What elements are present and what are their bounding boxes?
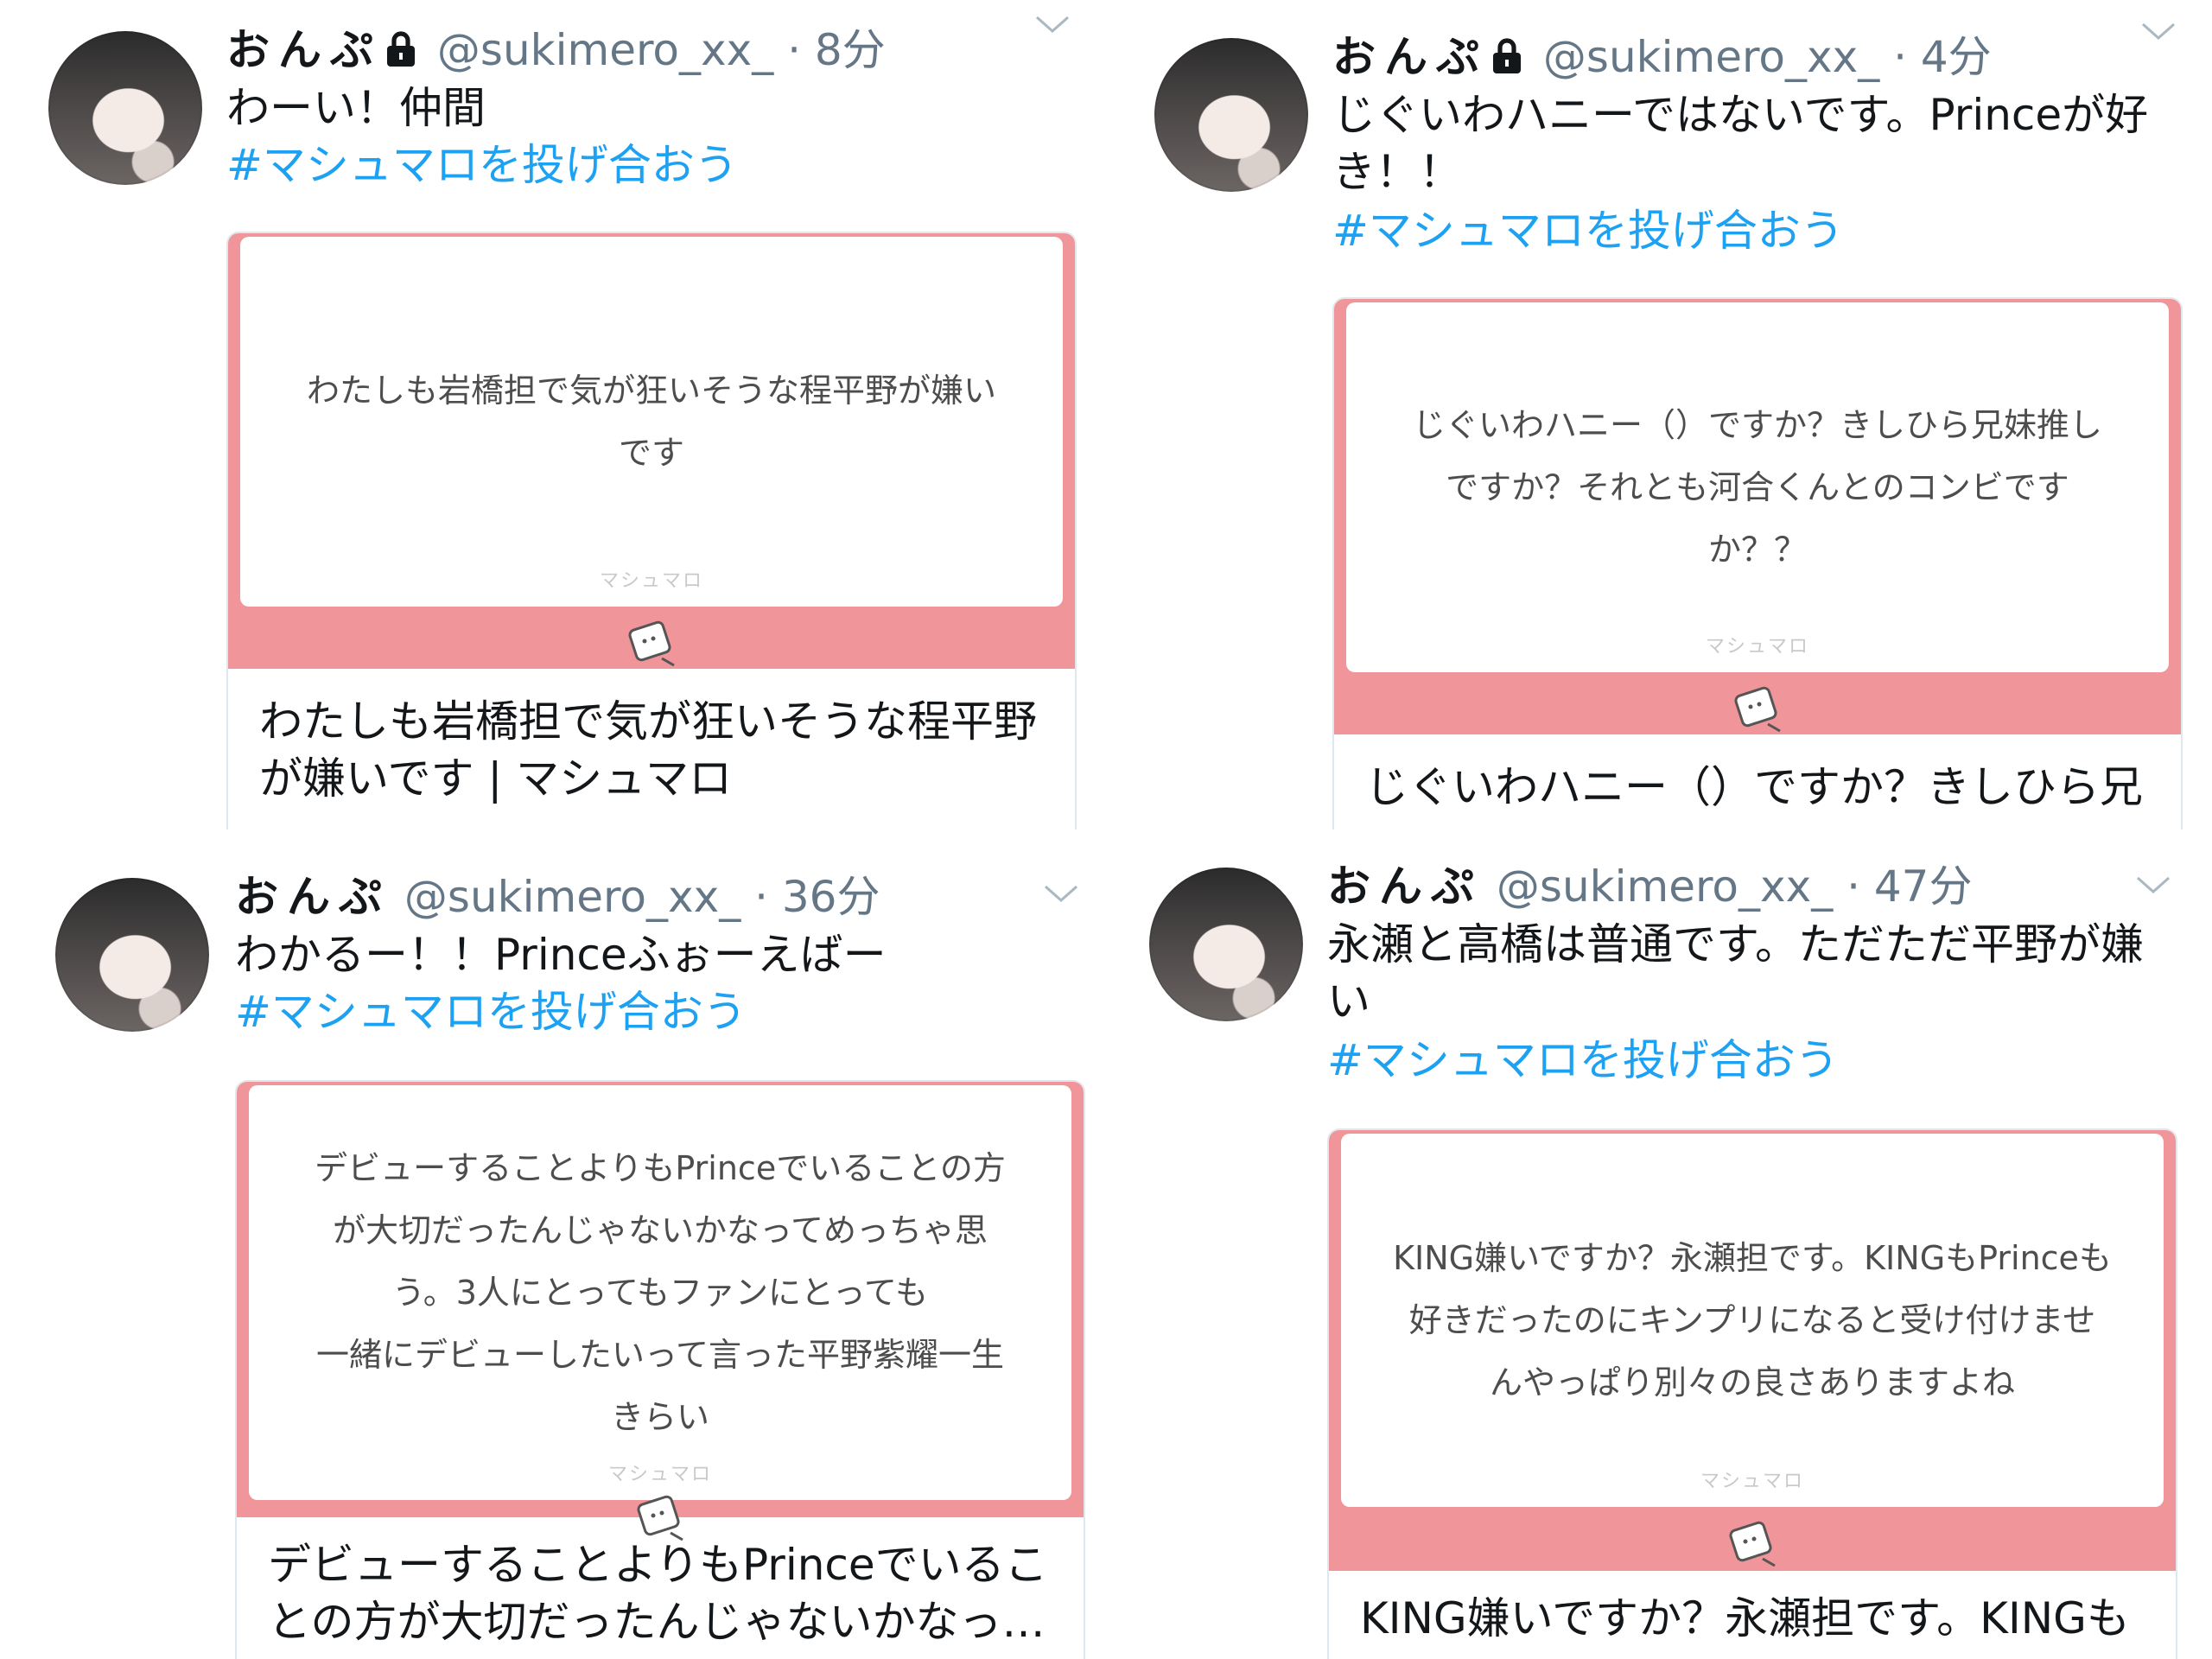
avatar[interactable] (1149, 868, 1303, 1021)
tweet-text: じぐいわハニーではないです。Princeが好 き！！ (1332, 90, 2149, 197)
hashtag-link[interactable]: #マシュマロを投げ合おう (226, 137, 738, 194)
card-question: わたしも岩橋担で気が狂いそうな程平野が嫌い です (306, 372, 996, 472)
hashtag-link[interactable]: #マシュマロを投げ合おう (1327, 1032, 1839, 1089)
handle-and-time: @sukimero_xx_ · 4分 (1542, 32, 1992, 82)
link-card[interactable]: わたしも岩橋担で気が狂いそうな程平野が嫌い です マシュマロ わたしも岩橋担で気… (226, 232, 1077, 830)
card-brand: マシュマロ (599, 570, 703, 592)
card-brand: マシュマロ (1700, 1471, 1804, 1492)
lock-icon (384, 26, 418, 81)
tweet[interactable]: おんぷ @sukimero_xx_ · 4分 じぐいわハニーではないです。Pri… (1106, 0, 2212, 830)
display-name[interactable]: おんぷ (226, 25, 382, 75)
card-question: デビューすることよりもPrinceでいることの方 が大切だったんじゃないかなって… (315, 1149, 1006, 1436)
display-name[interactable]: おんぷ (1327, 861, 1483, 912)
hashtag-link[interactable]: #マシュマロを投げ合おう (1332, 202, 1844, 259)
tweet-text: 永瀬と高橋は普通です。ただただ平野が嫌 い (1327, 919, 2144, 1027)
handle-and-time: @sukimero_xx_ · 47分 (1496, 861, 1973, 912)
tweet-text: わかるー！！Princeふぉーえばー (235, 930, 887, 980)
lock-icon (1490, 33, 1524, 88)
card-title: KING嫌いですか？永瀬担です。KINGも (1360, 1593, 2130, 1643)
card-title: じぐいわハニー（）ですか？きしひら兄 (1365, 762, 2143, 812)
chevron-down-icon[interactable] (2134, 873, 2172, 897)
card-brand: マシュマロ (1705, 636, 1809, 658)
marshmallow-icon (1734, 686, 1781, 733)
card-brand: マシュマロ (607, 1464, 712, 1485)
marshmallow-icon (628, 620, 675, 667)
handle-and-time: @sukimero_xx_ · 8分 (436, 25, 886, 75)
chevron-down-icon[interactable] (2139, 19, 2177, 43)
avatar[interactable] (55, 878, 209, 1032)
card-question: じぐいわハニー（）ですか？きしひら兄妹推し ですか？それとも河合くんとのコンビで… (1412, 406, 2102, 569)
tweet-text: わーい！仲間 (226, 83, 486, 133)
link-card[interactable]: デビューすることよりもPrinceでいることの方 が大切だったんじゃないかなって… (235, 1080, 1085, 1659)
tweet[interactable]: おんぷ @sukimero_xx_ · 36分 わかるー！！Princeふぉーえ… (0, 830, 1106, 1659)
card-title: わたしも岩橋担で気が狂いそうな程平野 が嫌いです | マシュマロ (259, 696, 1037, 804)
card-image: KING嫌いですか？永瀬担です。KINGもPrinceも 好きだったのにキンプリ… (1329, 1130, 2176, 1571)
marshmallow-icon (1729, 1521, 1776, 1567)
chevron-down-icon[interactable] (1042, 881, 1080, 906)
card-image: わたしも岩橋担で気が狂いそうな程平野が嫌い です マシュマロ (228, 233, 1075, 669)
hashtag-link[interactable]: #マシュマロを投げ合おう (235, 983, 747, 1040)
chevron-down-icon[interactable] (1033, 12, 1071, 36)
handle-and-time: @sukimero_xx_ · 36分 (404, 872, 880, 922)
card-image: じぐいわハニー（）ですか？きしひら兄妹推し ですか？それとも河合くんとのコンビで… (1334, 299, 2181, 734)
display-name[interactable]: おんぷ (235, 872, 391, 922)
tweet[interactable]: おんぷ @sukimero_xx_ · 47分 永瀬と高橋は普通です。ただただ平… (1106, 830, 2212, 1659)
link-card[interactable]: じぐいわハニー（）ですか？きしひら兄妹推し ですか？それとも河合くんとのコンビで… (1332, 297, 2183, 830)
avatar[interactable] (48, 31, 202, 185)
card-question: KING嫌いですか？永瀬担です。KINGもPrinceも 好きだったのにキンプリ… (1393, 1239, 2112, 1402)
link-card[interactable]: KING嫌いですか？永瀬担です。KINGもPrinceも 好きだったのにキンプリ… (1327, 1128, 2177, 1659)
avatar[interactable] (1154, 38, 1308, 192)
card-image: デビューすることよりもPrinceでいることの方 が大切だったんじゃないかなって… (237, 1082, 1084, 1541)
display-name[interactable]: おんぷ (1332, 32, 1488, 82)
card-title: デビューすることよりもPrinceでいるこ との方が大切だったんじゃないかなっ… (268, 1540, 1048, 1647)
tweet[interactable]: おんぷ @sukimero_xx_ · 8分 わーい！仲間 #マシュマロを投げ合… (0, 0, 1106, 830)
